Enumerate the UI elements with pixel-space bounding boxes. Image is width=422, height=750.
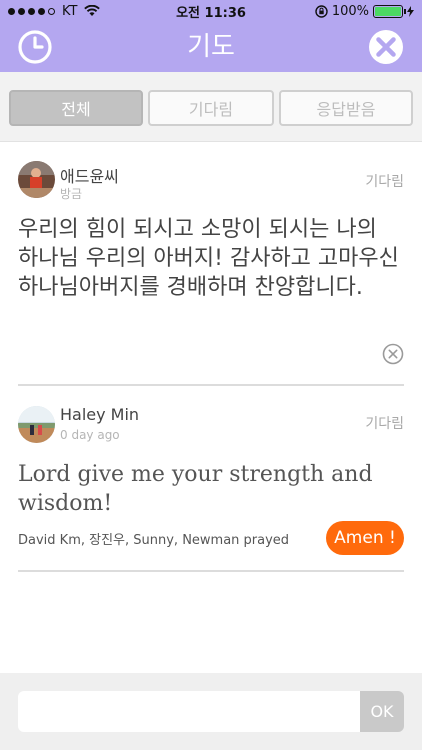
prayer-feed: 애드윤씨 방금 기다림 우리의 힘이 되시고 소망이 되시는 나의 하나님 우리… — [0, 143, 422, 673]
page-title: 기도 — [187, 32, 235, 62]
author-name: Haley Min — [60, 405, 140, 424]
tab-all[interactable]: 전체 — [9, 90, 143, 126]
post-time: 0 day ago — [60, 428, 120, 442]
tab-answered[interactable]: 응답받음 — [279, 90, 413, 126]
charging-bolt-icon — [407, 5, 414, 17]
signal-dot — [18, 7, 25, 15]
filter-tabs: 전체 기다림 응답받음 — [0, 72, 422, 142]
carrier-name: KT — [62, 3, 78, 19]
status-right: 100% — [315, 4, 414, 19]
battery-icon — [373, 4, 406, 18]
status-badge: 기다림 — [365, 416, 404, 432]
avatar[interactable] — [18, 161, 55, 198]
status-badge: 기다림 — [365, 174, 404, 190]
prayer-input[interactable] — [18, 691, 360, 732]
signal-dot — [38, 7, 45, 15]
prayer-text: 우리의 힘이 되시고 소망이 되시는 나의 하나님 우리의 아버지! 감사하고 … — [18, 217, 399, 300]
signal-dot — [8, 7, 15, 15]
prayer-text: Lord give me your strength and wisdom! — [18, 462, 373, 516]
post-time: 방금 — [60, 187, 83, 201]
avatar[interactable] — [18, 406, 55, 443]
battery-percent: 100% — [331, 3, 369, 19]
composer-bar: OK — [0, 673, 422, 750]
signal-dot — [48, 7, 55, 15]
signal-dot — [28, 7, 35, 15]
ok-button[interactable]: OK — [360, 691, 404, 732]
prayed-by: David Km, 장진우, Sunny, Newman prayed — [18, 533, 290, 548]
close-icon[interactable] — [368, 29, 404, 65]
orientation-lock-icon — [315, 4, 328, 18]
carrier-signal: KT — [8, 3, 101, 19]
wifi-icon — [84, 5, 101, 16]
tab-waiting[interactable]: 기다림 — [148, 90, 274, 126]
prayer-card: 애드윤씨 방금 기다림 우리의 힘이 되시고 소망이 되시는 나의 하나님 우리… — [18, 143, 404, 386]
status-bar: KT 오전 11:36 100% — [0, 0, 422, 22]
delete-circle-icon[interactable] — [382, 343, 404, 365]
amen-button[interactable]: Amen ! — [326, 521, 404, 555]
prayer-card: Haley Min 0 day ago 기다림 Lord give me you… — [18, 386, 404, 572]
author-name: 애드윤씨 — [60, 167, 119, 186]
nav-bar: 기도 — [0, 22, 422, 72]
